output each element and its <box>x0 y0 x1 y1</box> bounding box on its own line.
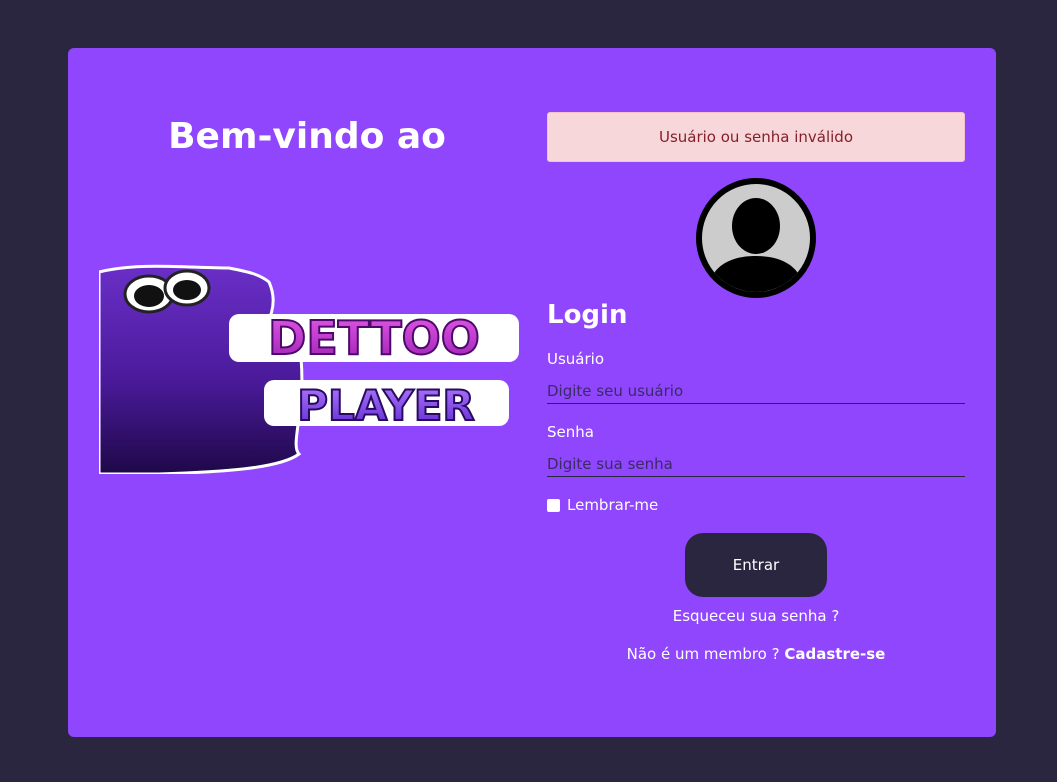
login-button[interactable]: Entrar <box>685 533 827 597</box>
username-label: Usuário <box>547 350 605 368</box>
login-card: Bem-vindo ao DETTOO PLAYER Usuário ou se… <box>68 48 996 737</box>
signup-link[interactable]: Cadastre-se <box>784 645 885 663</box>
username-input[interactable] <box>547 378 965 404</box>
dettoo-player-logo: DETTOO PLAYER <box>99 264 519 474</box>
login-title: Login <box>547 300 628 330</box>
error-alert-message: Usuário ou senha inválido <box>658 128 854 146</box>
password-input[interactable] <box>547 451 965 477</box>
user-avatar-icon <box>696 178 816 298</box>
signup-prompt: Não é um membro ? Cadastre-se <box>547 645 965 663</box>
logo-text-line2: PLAYER <box>297 381 474 430</box>
welcome-title: Bem-vindo ao <box>168 116 446 157</box>
remember-me-label: Lembrar-me <box>567 496 659 514</box>
remember-me[interactable]: Lembrar-me <box>547 496 658 514</box>
logo-text-line1: DETTOO <box>268 311 480 365</box>
not-member-text: Não é um membro ? <box>626 645 785 663</box>
password-label: Senha <box>547 423 594 441</box>
forgot-password-link[interactable]: Esqueceu sua senha ? <box>547 607 965 625</box>
remember-me-checkbox[interactable] <box>547 498 560 512</box>
error-alert: Usuário ou senha inválido <box>547 112 965 162</box>
